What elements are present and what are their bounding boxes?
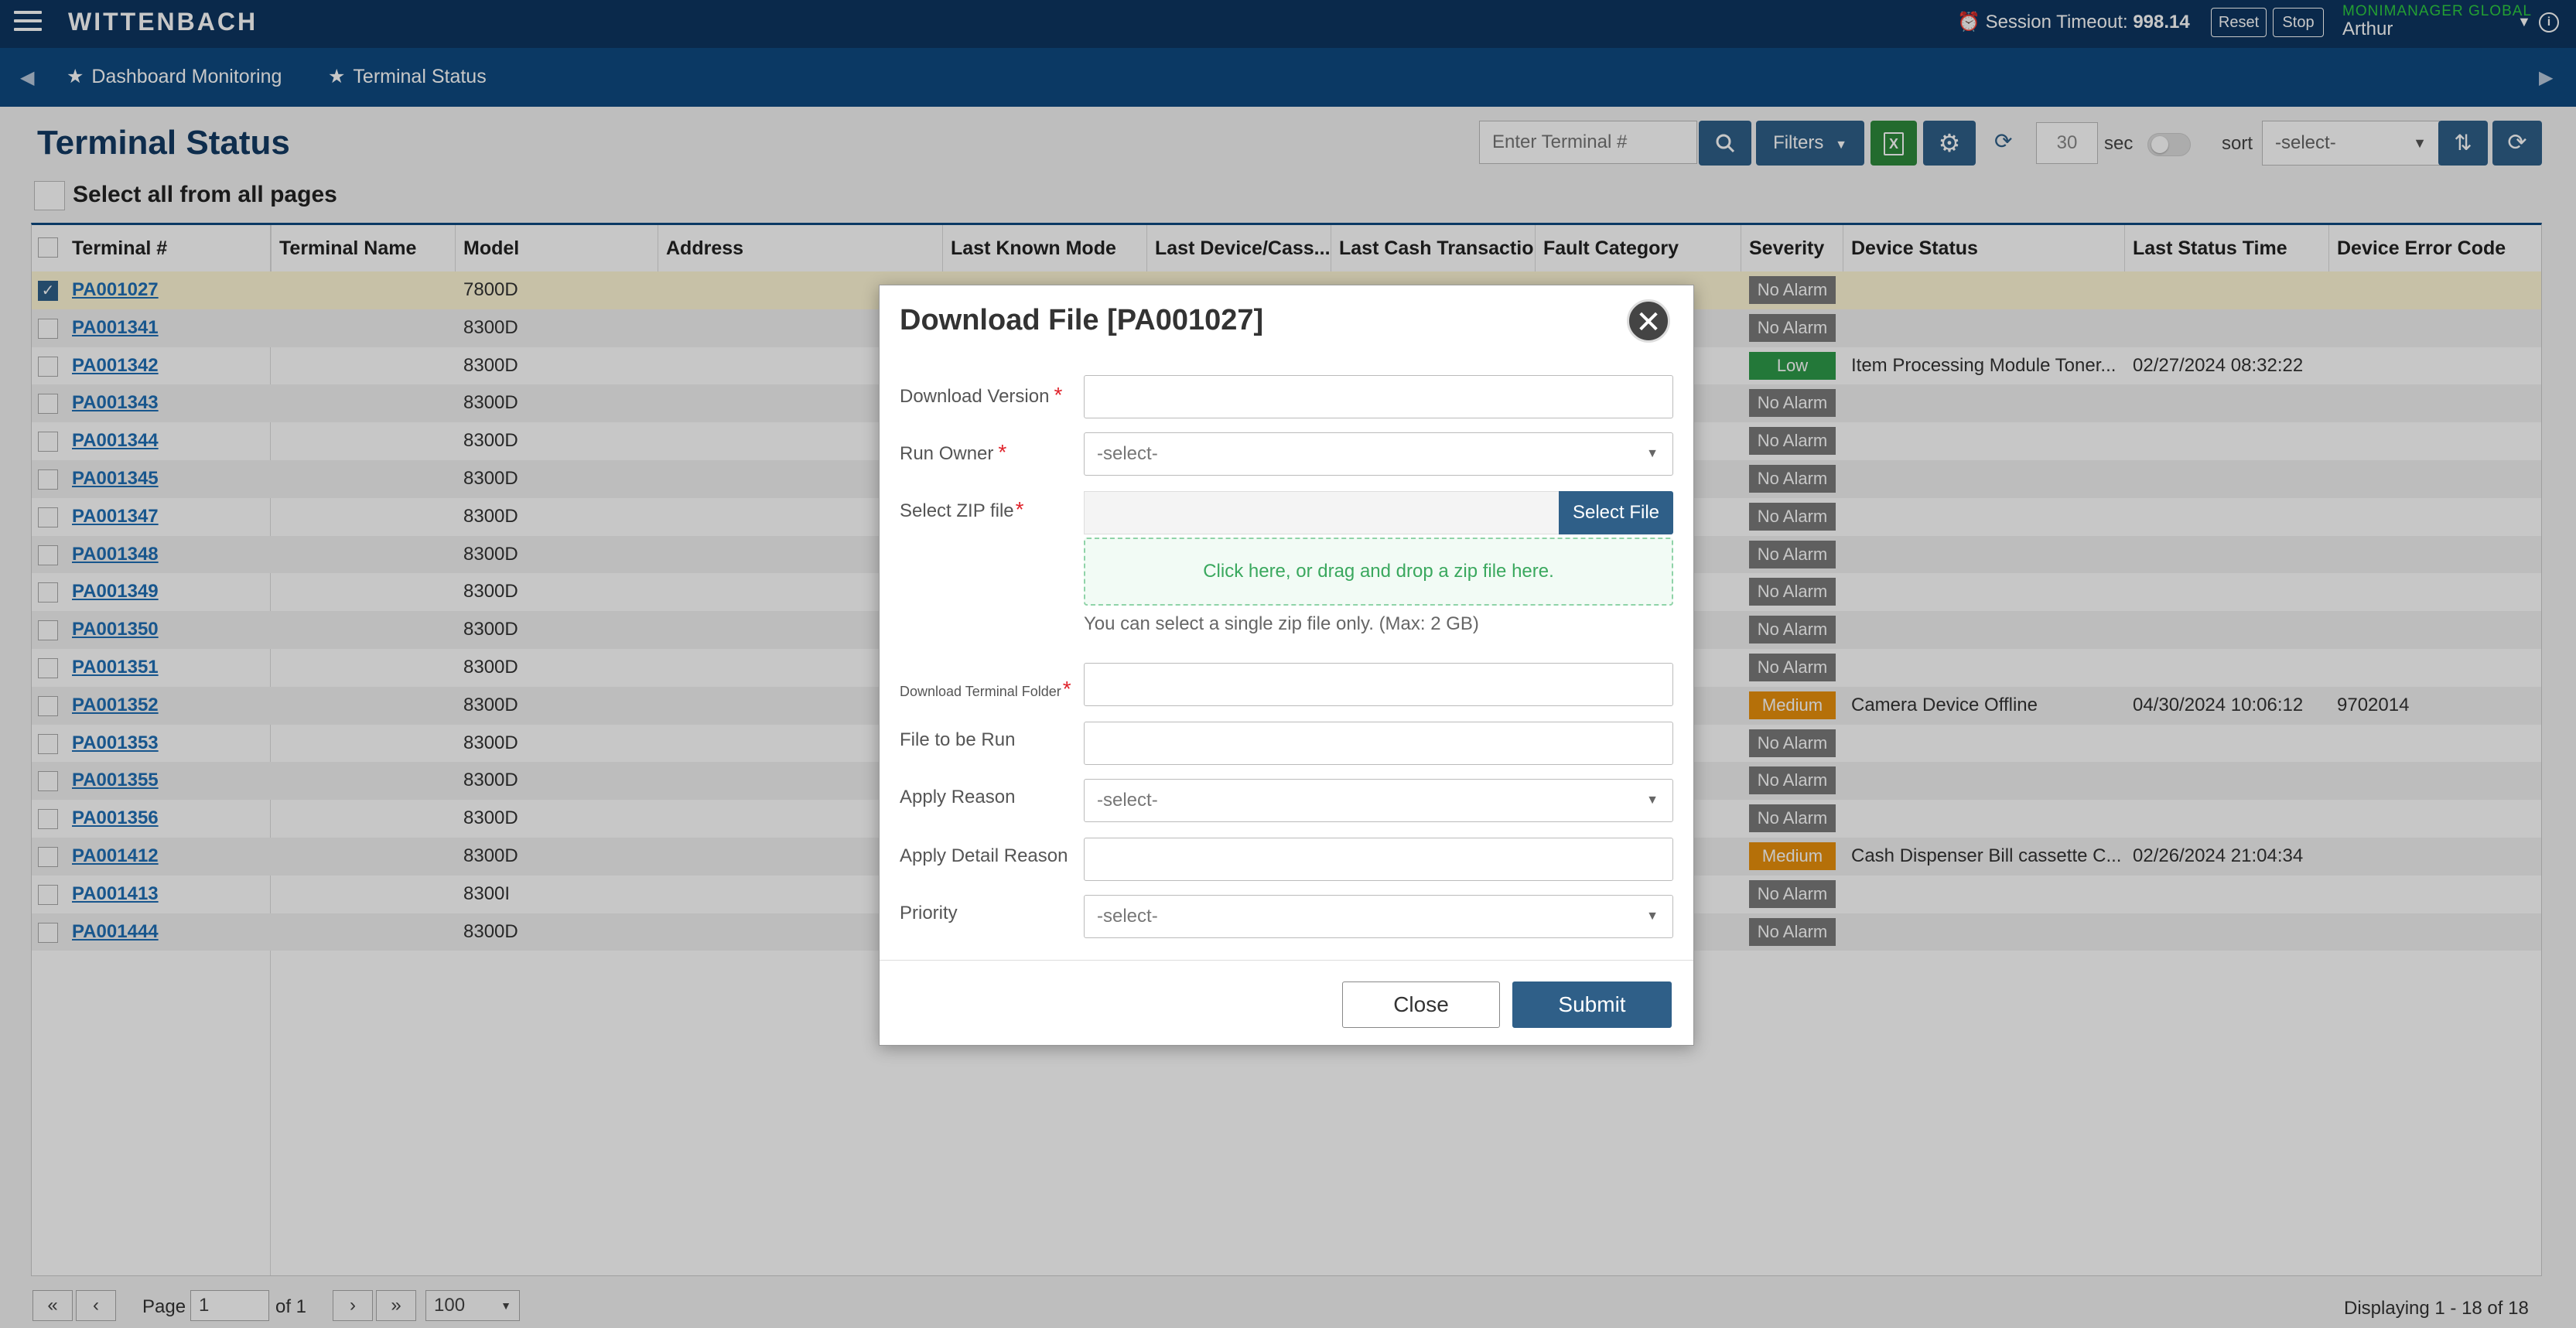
chevron-down-icon: ▼ (1646, 447, 1659, 460)
priority-select[interactable]: -select- ▼ (1084, 895, 1673, 938)
required-mark: * (998, 440, 1007, 464)
apply-reason-select[interactable]: -select- ▼ (1084, 779, 1673, 822)
required-mark: * (1062, 677, 1071, 701)
terminal-folder-label: Download Terminal Folder* (900, 677, 1071, 702)
close-icon[interactable]: ✕ (1627, 299, 1670, 343)
selected-file-display (1084, 491, 1560, 534)
apply-reason-value: -select- (1097, 790, 1158, 811)
download-version-label: Download Version * (900, 383, 1062, 408)
select-zip-label: Select ZIP file* (900, 497, 1024, 522)
modal-title: Download File [PA001027] (900, 304, 1264, 336)
run-owner-select[interactable]: -select- ▼ (1084, 432, 1673, 476)
submit-button[interactable]: Submit (1512, 981, 1672, 1028)
zip-dropzone[interactable]: Click here, or drag and drop a zip file … (1084, 538, 1673, 606)
run-owner-label-text: Run Owner (900, 443, 994, 464)
priority-label: Priority (900, 903, 958, 923)
zip-hint: You can select a single zip file only. (… (1084, 613, 1479, 634)
apply-detail-label: Apply Detail Reason (900, 845, 1068, 866)
terminal-folder-input[interactable] (1084, 663, 1673, 706)
download-version-input[interactable] (1084, 375, 1673, 418)
modal-divider (880, 960, 1693, 961)
close-button[interactable]: Close (1342, 981, 1500, 1028)
run-owner-label: Run Owner * (900, 440, 1006, 465)
file-to-run-input[interactable] (1084, 722, 1673, 765)
terminal-folder-label-text: Download Terminal Folder (900, 684, 1061, 699)
file-to-run-label: File to be Run (900, 729, 1016, 750)
run-owner-value: -select- (1097, 443, 1158, 464)
apply-detail-input[interactable] (1084, 838, 1673, 881)
apply-reason-label: Apply Reason (900, 787, 1016, 807)
select-zip-label-text: Select ZIP file (900, 500, 1014, 521)
download-file-modal: Download File [PA001027] ✕ Download Vers… (879, 285, 1694, 1046)
chevron-down-icon: ▼ (1646, 794, 1659, 807)
required-mark: * (1015, 497, 1024, 521)
chevron-down-icon: ▼ (1646, 910, 1659, 923)
required-mark: * (1054, 383, 1063, 407)
priority-value: -select- (1097, 906, 1158, 927)
download-version-label-text: Download Version (900, 386, 1050, 407)
select-file-button[interactable]: Select File (1559, 491, 1673, 534)
